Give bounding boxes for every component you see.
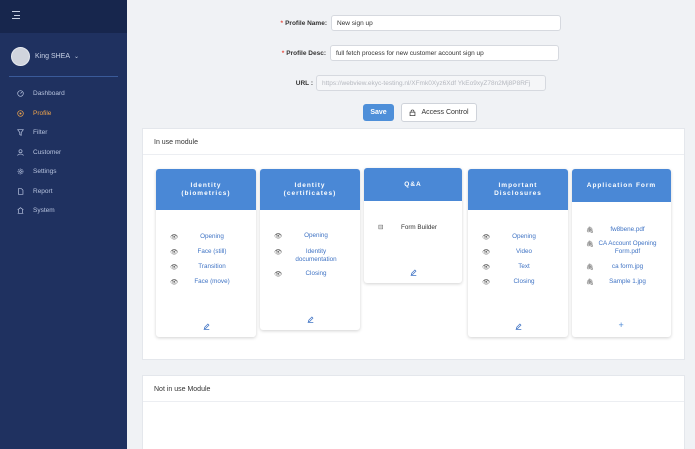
list-item[interactable]: 👁 Face (move) [156,278,256,286]
user-name: King SHEA [35,53,71,60]
lock-icon [410,109,416,116]
panel-divider [143,154,684,155]
sidebar: King SHEA ⌄ Dashboard Profile Filter Cus… [0,0,127,449]
module-card-qa[interactable]: Q&A ⊟ Form Builder [364,168,462,283]
sidebar-item-customer[interactable]: Customer [0,143,127,163]
list-item[interactable]: 👁 Opening [156,233,256,241]
paperclip-icon: 🖇 [586,227,594,234]
url-label: URL : [295,79,313,87]
eye-icon: 👁 [170,264,178,271]
sidebar-item-label: Customer [33,148,62,156]
profile-desc-input[interactable]: full fetch process for new customer acco… [330,45,559,61]
profile-name-input[interactable]: New sign up [331,15,561,31]
list-item[interactable]: 👁 Transition [156,263,256,271]
eye-icon: 👁 [170,249,178,256]
list-item[interactable]: 👁 Face (still) [156,248,256,256]
paperclip-icon: 🖇 [586,241,594,248]
list-item[interactable]: 👁 Opening [468,233,568,241]
sidebar-nav: Dashboard Profile Filter Customer Settin… [0,84,127,221]
customer-icon [16,148,24,156]
eye-icon: 👁 [482,249,490,256]
card-title: Q&A [364,168,462,201]
list-item[interactable]: 🖇 fw8bene.pdf [572,226,671,234]
list-item[interactable]: 👁 Closing [260,270,360,278]
system-icon [16,207,24,215]
sidebar-divider [9,76,118,77]
profile-name-label: * Profile Name: [280,19,327,27]
sidebar-item-label: System [33,207,55,215]
filter-icon [16,129,24,137]
list-item[interactable]: 👁 Opening [260,232,360,240]
card-title: Application Form [572,169,671,202]
sidebar-item-report[interactable]: Report [0,182,127,202]
dashboard-icon [16,90,24,98]
card-title: Identity (certificates) [260,169,360,210]
in-use-module-panel: In use module Identity (biometrics) 👁 Ope… [142,128,685,360]
module-card-application-form[interactable]: Application Form 🖇 fw8bene.pdf 🖇 CA Accoun… [572,169,671,337]
not-in-use-module-title: Not in use Module [154,386,211,393]
sidebar-item-label: Report [33,187,53,195]
eye-icon: 👁 [274,233,282,240]
edit-icon[interactable] [203,323,210,330]
eye-icon: 👁 [482,234,490,241]
module-card-identity-certificates[interactable]: Identity (certificates) 👁 Opening 👁 Identi… [260,169,360,330]
sidebar-item-settings[interactable]: Settings [0,162,127,182]
sidebar-item-label: Settings [33,168,57,176]
sidebar-item-filter[interactable]: Filter [0,123,127,143]
eye-icon: 👁 [482,264,490,271]
edit-icon[interactable] [307,316,314,323]
menu-toggle-icon[interactable] [12,11,20,20]
sidebar-item-label: Profile [33,109,52,117]
list-item[interactable]: 🖇 CA Account Opening Form.pdf [572,240,671,256]
paperclip-icon: 🖇 [586,264,594,271]
save-button[interactable]: Save [363,104,394,121]
form-builder-icon: ⊟ [378,224,384,231]
sidebar-item-profile[interactable]: Profile [0,104,127,124]
add-icon[interactable]: + [619,320,624,330]
eye-icon: 👁 [274,249,282,256]
user-menu[interactable]: King SHEA ⌄ [11,47,79,66]
in-use-module-title: In use module [154,139,198,146]
settings-icon [16,168,24,176]
main-content: * Profile Name: New sign up * Profile Desc… [127,0,695,449]
module-card-important-disclosures[interactable]: Important Disclosures 👁 Opening 👁 Video 👁 T… [468,169,568,337]
profile-name-row: * Profile Name: New sign up [267,15,561,31]
sidebar-item-system[interactable]: System [0,201,127,221]
panel-divider [143,401,684,402]
card-title: Important Disclosures [468,169,568,210]
eye-icon: 👁 [482,279,490,286]
sidebar-item-label: Dashboard [33,90,65,98]
profile-desc-label: * Profile Desc: [281,49,326,57]
list-item[interactable]: 🖇 ca form.jpg [572,263,671,271]
list-item[interactable]: 👁 Video [468,248,568,256]
eye-icon: 👁 [274,271,282,278]
profile-icon [16,109,24,117]
paperclip-icon: 🖇 [586,279,594,286]
chevron-down-icon: ⌄ [74,54,80,60]
url-row: URL : https://webview.ekyc-testing.nl/XF… [267,75,546,91]
access-control-label: Access Control [421,109,469,116]
profile-desc-row: * Profile Desc: full fetch process for ne… [267,45,559,61]
report-icon [16,187,24,195]
list-item[interactable]: 🖇 Sample 1.jpg [572,278,671,286]
module-card-identity-biometrics[interactable]: Identity (biometrics) 👁 Opening 👁 Face (st… [156,169,256,337]
list-item[interactable]: ⊟ Form Builder [364,224,462,232]
sidebar-header [0,0,127,33]
list-item[interactable]: 👁 Closing [468,278,568,286]
list-item[interactable]: 👁 Text [468,263,568,271]
sidebar-item-dashboard[interactable]: Dashboard [0,84,127,104]
sidebar-item-label: Filter [33,129,48,137]
eye-icon: 👁 [170,234,178,241]
url-input[interactable]: https://webview.ekyc-testing.nl/XFmk0Xyz… [316,75,546,91]
not-in-use-module-panel: Not in use Module [142,375,685,449]
edit-icon[interactable] [515,323,522,330]
list-item[interactable]: 👁 Identity documentation [260,248,360,264]
card-title: Identity (biometrics) [156,169,256,210]
avatar [11,47,30,66]
eye-icon: 👁 [170,279,178,286]
edit-icon[interactable] [410,269,417,276]
access-control-button[interactable]: Access Control [401,103,477,122]
